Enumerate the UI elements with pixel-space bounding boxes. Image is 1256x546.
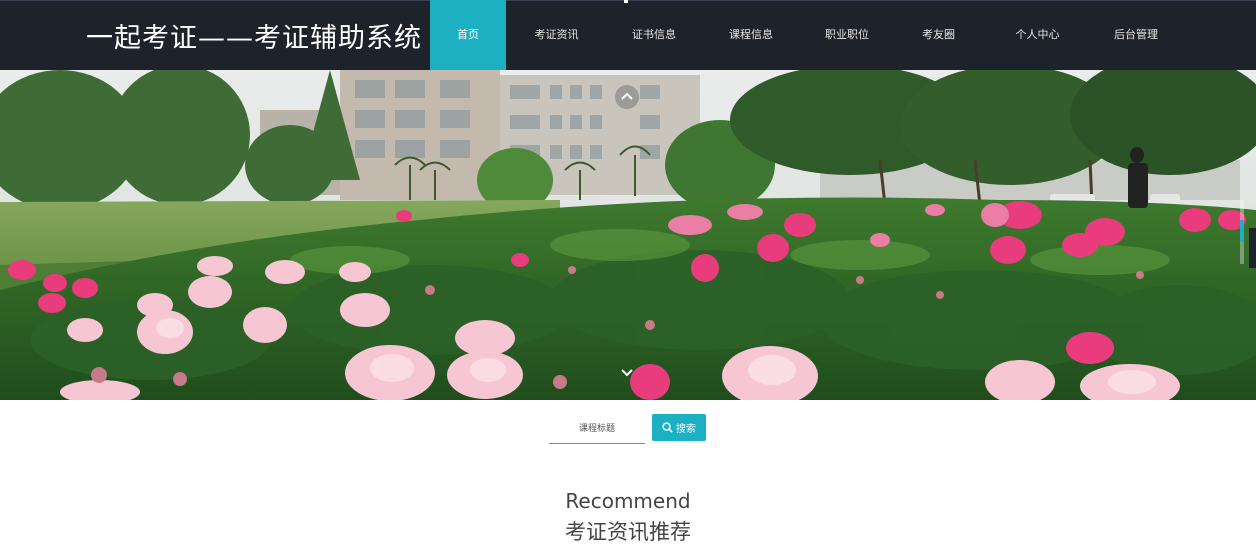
chevron-up-icon	[621, 92, 633, 100]
top-navigation-bar: 一起考证——考证辅助系统 首页 考证资讯 证书信息 课程信息 职业职位 考友圈 …	[0, 0, 1256, 70]
nav-item-jobs[interactable]: 职业职位	[801, 0, 893, 70]
banner-next-button[interactable]	[617, 362, 637, 382]
nav-item-exam-friends[interactable]: 考友圈	[893, 0, 984, 70]
nav-item-course-info[interactable]: 课程信息	[701, 0, 801, 70]
nav-item-personal-center[interactable]: 个人中心	[984, 0, 1091, 70]
peony-garden-photo	[0, 70, 1256, 400]
nav-item-certificate-info[interactable]: 证书信息	[607, 0, 701, 70]
banner-pagination-active	[1240, 220, 1244, 242]
side-floating-tab[interactable]	[1249, 228, 1256, 268]
recommend-title-en: Recommend	[565, 489, 691, 513]
search-button-label: 搜索	[676, 424, 696, 435]
search-button[interactable]: 搜索	[652, 414, 706, 441]
hero-banner-image[interactable]	[0, 70, 1256, 400]
main-nav: 首页 考证资讯 证书信息 课程信息 职业职位 考友圈 个人中心 后台管理	[430, 0, 1181, 70]
nav-item-admin[interactable]: 后台管理	[1091, 0, 1181, 70]
chevron-down-icon	[621, 369, 633, 377]
search-input[interactable]	[549, 414, 645, 444]
search-icon	[662, 422, 673, 433]
banner-prev-button[interactable]	[615, 85, 639, 109]
nav-item-exam-news[interactable]: 考证资讯	[506, 0, 607, 70]
recommend-title-cn: 考证资讯推荐	[565, 520, 691, 544]
nav-item-home[interactable]: 首页	[430, 0, 506, 70]
banner-pagination-indicator[interactable]	[1240, 200, 1244, 264]
site-title: 一起考证——考证辅助系统	[86, 23, 422, 54]
